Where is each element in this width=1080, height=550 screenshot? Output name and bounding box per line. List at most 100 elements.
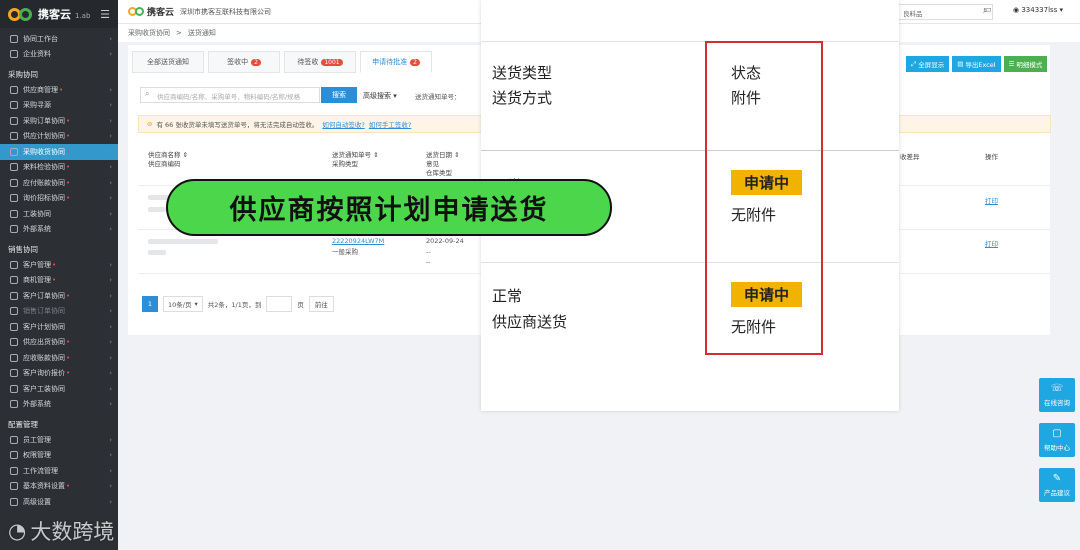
- sidebar-item-label: 客户工装协同: [23, 384, 65, 393]
- print-link[interactable]: 打印: [985, 238, 998, 248]
- sidebar-item[interactable]: 客户工装协同 ›: [0, 381, 118, 397]
- video-caption: 供应商按照计划申请送货: [166, 179, 612, 236]
- manual-sign-help-link[interactable]: 如何手工签收?: [369, 119, 411, 129]
- print-link[interactable]: 打印: [985, 195, 998, 205]
- overlay-divider: [481, 262, 899, 263]
- menu-item-icon: [10, 116, 18, 125]
- sidebar-item[interactable]: 企业资料 ›: [0, 47, 118, 63]
- advanced-search-toggle[interactable]: 高级搜索 ▾: [363, 91, 397, 101]
- chevron-right-icon: ›: [109, 497, 112, 506]
- global-search-input[interactable]: 良料品 ⌕: [898, 4, 993, 20]
- logo-circle-icon: [135, 7, 144, 16]
- menu-item-icon: [10, 307, 18, 316]
- new-dot-icon: •: [66, 369, 71, 378]
- warehouse-cell: --: [426, 258, 431, 266]
- sidebar-item[interactable]: 工作流管理 ›: [0, 463, 118, 479]
- page-number[interactable]: 1: [142, 296, 158, 312]
- hamburger-menu-icon[interactable]: ☰: [100, 8, 110, 21]
- sidebar-item-label: 外部系统: [23, 400, 51, 409]
- message-icon[interactable]: ▭: [983, 5, 992, 15]
- search-input[interactable]: ⌕ 供应商编码/名称、采购单号、物料编码/名称/规格: [140, 87, 320, 103]
- col-notice-no[interactable]: 送货通知单号 ⇕: [332, 151, 379, 160]
- sidebar-item[interactable]: 权限管理 ›: [0, 448, 118, 464]
- breadcrumb-parent[interactable]: 采购收货协同: [128, 28, 170, 38]
- online-consult-button[interactable]: ☏ 在线咨询: [1039, 378, 1075, 412]
- chevron-right-icon: ›: [109, 116, 112, 125]
- sidebar-item[interactable]: 采购寻源 ›: [0, 98, 118, 114]
- sidebar-item[interactable]: 来料检验协同 • ›: [0, 160, 118, 176]
- chevron-right-icon: ›: [109, 34, 112, 43]
- menu-item-icon: [10, 85, 18, 94]
- sidebar-item[interactable]: 销售订单协同 ›: [0, 304, 118, 320]
- purchase-type-cell: 一般采购: [332, 248, 358, 256]
- blurred-supplier-code: [148, 207, 166, 212]
- user-menu[interactable]: ◉ 334337lss ▾: [1013, 6, 1063, 14]
- tab-label: 待签收: [297, 58, 319, 66]
- sidebar-item-label: 客户订单协同: [23, 291, 65, 300]
- delivery-type-header: 送货类型: [492, 64, 553, 82]
- help-center-button[interactable]: ▢ 帮助中心: [1039, 423, 1075, 457]
- menu-item-icon: [10, 260, 18, 269]
- sidebar-item-label: 供应计划协同: [23, 132, 65, 141]
- watermark: ◔ 大数跨境: [8, 516, 114, 546]
- sidebar-item[interactable]: 采购订单协同 • ›: [0, 113, 118, 129]
- go-button[interactable]: 前往: [308, 296, 334, 312]
- overlay-header: [481, 0, 899, 42]
- sidebar-item[interactable]: 基本资料设置 • ›: [0, 479, 118, 495]
- sidebar-item[interactable]: 工装协同 ›: [0, 206, 118, 222]
- tab-1[interactable]: 签收中 2: [208, 51, 280, 73]
- new-dot-icon: •: [66, 178, 71, 187]
- tab-0[interactable]: 全部送货通知: [132, 51, 204, 73]
- col-delivery-date[interactable]: 送货日期 ⇕: [426, 151, 460, 160]
- new-dot-icon: •: [66, 163, 71, 172]
- auto-sign-help-link[interactable]: 如何自动签收?: [322, 119, 364, 129]
- sidebar-item[interactable]: 高级设置 ›: [0, 494, 118, 510]
- product-suggestion-button[interactable]: ✎ 产品建议: [1039, 468, 1075, 502]
- overlay-divider: [481, 150, 899, 151]
- warning-icon: ⊘: [147, 120, 153, 128]
- sidebar-item[interactable]: 协同工作台 ›: [0, 31, 118, 47]
- detail-mode-button[interactable]: ☰ 明细模式: [1003, 56, 1048, 72]
- float-label: 帮助中心: [1044, 444, 1070, 452]
- tab-2[interactable]: 待签收 1001: [284, 51, 356, 73]
- sidebar-item-label: 权限管理: [23, 451, 51, 460]
- sidebar-item[interactable]: 供应计划协同 • ›: [0, 129, 118, 145]
- page-jump-input[interactable]: [266, 296, 293, 312]
- pagination: 1 10条/页 ▾ 共2条，1/1页，到 页 前往: [142, 296, 334, 312]
- new-dot-icon: •: [66, 132, 71, 141]
- col-purchase-type: 采购类型: [332, 160, 358, 168]
- sidebar-item[interactable]: 应收账款协同 • ›: [0, 350, 118, 366]
- sidebar-item[interactable]: 供应出货协同 • ›: [0, 335, 118, 351]
- sidebar-item[interactable]: 客户订单协同 • ›: [0, 288, 118, 304]
- sidebar-item[interactable]: 询价招标协同 • ›: [0, 191, 118, 207]
- menu-item-icon: [10, 147, 18, 156]
- sidebar-item-label: 员工管理: [23, 435, 51, 444]
- sidebar-item[interactable]: 外部系统 ›: [0, 222, 118, 238]
- brand-name: 携客云: [38, 8, 71, 21]
- highlight-frame: [705, 41, 823, 355]
- search-icon: ⌕: [145, 89, 150, 98]
- sidebar-item[interactable]: 采购收货协同 • ›: [0, 144, 118, 160]
- sidebar-item[interactable]: 客户询价报价 • ›: [0, 366, 118, 382]
- export-excel-button[interactable]: ▤ 导出Excel: [952, 56, 1001, 72]
- sidebar-item[interactable]: 外部系统 ›: [0, 397, 118, 413]
- search-button[interactable]: 搜索: [321, 87, 357, 103]
- sidebar-item[interactable]: 员工管理 ›: [0, 432, 118, 448]
- sidebar-item[interactable]: 供应商管理 • ›: [0, 82, 118, 98]
- notice-no-link[interactable]: 22220924LW7M: [332, 237, 384, 246]
- sidebar-item[interactable]: 客户管理 • ›: [0, 257, 118, 273]
- delivery-method-cell: 供应商送货: [492, 313, 568, 331]
- chevron-right-icon: ›: [109, 384, 112, 393]
- chevron-right-icon: ›: [109, 451, 112, 460]
- sidebar-item[interactable]: 应付账款协同 • ›: [0, 175, 118, 191]
- sidebar-item[interactable]: 客户计划协同 ›: [0, 319, 118, 335]
- page-size-select[interactable]: 10条/页 ▾: [163, 296, 203, 312]
- sidebar-item[interactable]: 商机管理 • ›: [0, 273, 118, 289]
- sidebar-item-label: 应收账款协同: [23, 353, 65, 362]
- fullscreen-button[interactable]: ⤢ 全屏显示: [906, 56, 950, 72]
- tab-3[interactable]: 申请待批准 2: [360, 51, 432, 73]
- sidebar-item-label: 客户计划协同: [23, 322, 65, 331]
- sidebar-item-label: 来料检验协同: [23, 163, 65, 172]
- col-supplier-name[interactable]: 供应商名称 ⇕: [148, 151, 188, 160]
- chevron-right-icon: ›: [109, 194, 112, 203]
